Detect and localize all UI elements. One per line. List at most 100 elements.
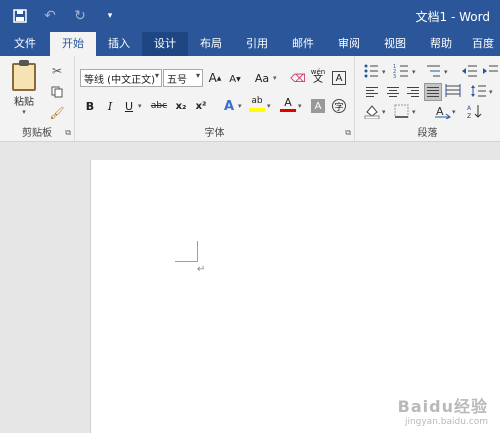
phonetic-guide-button[interactable]: wén 文 (309, 67, 327, 85)
clipboard-launcher-icon[interactable]: ⧉ (65, 128, 71, 138)
window-title: 文档1 - Word (415, 10, 490, 24)
subscript-button[interactable]: x₂ (172, 97, 190, 115)
text-effects-label: A (223, 98, 235, 114)
tab-baidu[interactable]: 百度 (464, 32, 500, 56)
borders-icon[interactable] (393, 103, 411, 121)
underline-label: U (124, 99, 134, 113)
italic-label: I (107, 99, 113, 113)
font-size-combo[interactable]: 五号 ▾ (163, 69, 203, 87)
ribbon-tabs: 文件 开始 插入 设计 布局 引用 邮件 审阅 视图 帮助 百度 (0, 32, 500, 56)
strikethrough-label: abc (150, 101, 168, 111)
paragraph-group: ▾ 123 ▾ ▾ ▾ ▾ ▾ A ▾ A Z 段落 (355, 56, 500, 141)
distributed-icon[interactable] (444, 83, 462, 101)
font-launcher-icon[interactable]: ⧉ (345, 128, 351, 138)
tab-design[interactable]: 设计 (142, 32, 188, 56)
svg-text:A: A (436, 105, 444, 118)
chevron-down-icon: ▾ (154, 71, 159, 80)
tab-insert[interactable]: 插入 (96, 32, 142, 56)
format-painter-icon[interactable]: 🖌 (48, 104, 66, 122)
chevron-down-icon: ▾ (238, 102, 242, 110)
enclose-characters-button[interactable]: 字 (332, 99, 346, 113)
font-size-value: 五号 (167, 74, 187, 86)
quick-access-toolbar: ↶ ↻ ▾ (10, 6, 120, 26)
tab-mailings[interactable]: 邮件 (280, 32, 326, 56)
paste-dropdown-icon: ▾ (22, 107, 26, 116)
clipboard-group-label: 剪贴板 (22, 128, 52, 139)
bold-label: B (85, 99, 95, 113)
clipboard-icon (12, 59, 36, 91)
text-effects-button[interactable]: A (220, 97, 238, 115)
superscript-button[interactable]: x² (192, 97, 210, 115)
chinese-layout-icon[interactable]: A (434, 103, 452, 121)
tab-layout[interactable]: 布局 (188, 32, 234, 56)
multilevel-list-icon[interactable] (425, 63, 443, 81)
italic-button[interactable]: I (101, 97, 119, 115)
strikethrough-button[interactable]: abc (148, 97, 170, 115)
align-center-icon[interactable] (384, 83, 402, 101)
font-color-swatch (280, 108, 296, 112)
underline-button[interactable]: U (120, 97, 138, 115)
numbering-icon[interactable]: 123 (393, 63, 411, 81)
clear-formatting-icon[interactable]: ⌫ (289, 69, 307, 87)
decrease-indent-icon[interactable] (461, 63, 479, 81)
chevron-down-icon: ▾ (412, 68, 416, 76)
align-right-icon[interactable] (404, 83, 422, 101)
character-border-button[interactable]: A (332, 71, 346, 85)
chevron-down-icon: ▾ (382, 108, 386, 116)
font-name-value: 等线 (中文正文) (84, 74, 155, 86)
margin-corner-mark (197, 241, 198, 262)
subscript-label: x₂ (175, 100, 187, 112)
superscript-label: x² (195, 100, 207, 112)
save-icon[interactable] (10, 6, 30, 26)
change-case-button[interactable]: Aa (251, 69, 273, 87)
bold-button[interactable]: B (81, 97, 99, 115)
justify-icon[interactable] (424, 83, 442, 101)
ribbon: 粘贴 ▾ ✂ 🖌 剪贴板 ⧉ 等线 (中文正文) ▾ 五号 ▾ A ▲ A ▼ Aa… (0, 56, 500, 142)
clipboard-group: 粘贴 ▾ ✂ 🖌 剪贴板 ⧉ (0, 56, 75, 141)
phonetic-guide-bottom: 文 (313, 74, 323, 85)
document-canvas: ↵ Baidu经验 jingyan.baidu.com (0, 143, 500, 433)
paste-button[interactable]: 粘贴 ▾ (4, 59, 44, 118)
font-name-combo[interactable]: 等线 (中文正文) ▾ (80, 69, 162, 87)
character-shading-button[interactable]: A (311, 99, 325, 113)
font-color-button[interactable]: A (279, 95, 297, 113)
copy-icon[interactable] (48, 83, 66, 101)
chevron-down-icon: ▾ (298, 102, 302, 110)
shrink-font-button[interactable]: A ▼ (226, 70, 244, 88)
shading-icon[interactable] (363, 103, 381, 121)
tab-file[interactable]: 文件 (0, 32, 50, 56)
paragraph-group-label: 段落 (417, 128, 438, 139)
chevron-down-icon: ▾ (273, 74, 277, 82)
chevron-down-icon: ▾ (452, 108, 456, 116)
grow-font-button[interactable]: A ▲ (206, 69, 224, 87)
tab-review[interactable]: 审阅 (326, 32, 372, 56)
watermark-logo: Baidu经验 (397, 397, 488, 416)
undo-icon[interactable]: ↶ (40, 6, 60, 26)
shrink-font-label: A (229, 73, 237, 85)
align-left-icon[interactable] (363, 83, 381, 101)
line-spacing-icon[interactable] (470, 83, 488, 101)
highlight-swatch (249, 107, 265, 112)
redo-icon[interactable]: ↻ (70, 6, 90, 26)
svg-text:A: A (467, 105, 472, 112)
svg-text:3: 3 (393, 74, 396, 79)
tab-view[interactable]: 视图 (372, 32, 418, 56)
bullets-icon[interactable] (363, 63, 381, 81)
tab-home[interactable]: 开始 (50, 32, 96, 56)
highlight-button[interactable]: ab (248, 95, 266, 113)
chevron-down-icon: ▾ (412, 108, 416, 116)
font-group-label: 字体 (204, 128, 225, 139)
font-color-label: A (284, 95, 292, 109)
customize-qat-icon[interactable]: ▾ (100, 6, 120, 26)
title-bar: ↶ ↻ ▾ 文档1 - Word (0, 0, 500, 32)
paragraph-mark: ↵ (197, 264, 206, 275)
increase-indent-icon[interactable] (482, 63, 500, 81)
tab-references[interactable]: 引用 (234, 32, 280, 56)
grow-font-label: A (208, 71, 217, 85)
margin-corner-mark (175, 261, 197, 262)
tab-help[interactable]: 帮助 (418, 32, 464, 56)
chevron-down-icon: ▾ (489, 88, 493, 96)
cut-icon[interactable]: ✂ (48, 62, 66, 80)
sort-icon[interactable]: AZ (466, 103, 484, 121)
chevron-down-icon: ▾ (267, 102, 271, 110)
